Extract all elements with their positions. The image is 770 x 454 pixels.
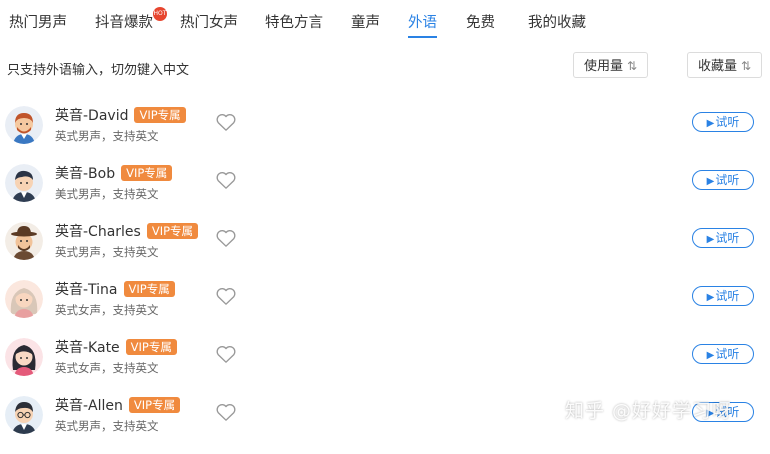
avatar-bob: [5, 164, 43, 202]
play-icon: ▶: [706, 234, 715, 245]
voice-item-bob: 美音-Bob VIP专属 美式男声，支持英文 ▶试听: [0, 164, 770, 222]
avatar-charles: [5, 222, 43, 260]
tab-dialect[interactable]: 特色方言: [265, 11, 323, 32]
sort-icon: ⇅: [627, 59, 638, 73]
active-tab-indicator: [408, 36, 437, 38]
voice-description: 英式男声，支持英文: [55, 245, 159, 259]
favorite-heart-icon[interactable]: [215, 402, 237, 422]
voice-item-kate: 英音-Kate VIP专属 英式女声，支持英文 ▶试听: [0, 338, 770, 396]
category-tabs: 热门男声 抖音爆款 HOT 热门女声 特色方言 童声 外语 免费 我的收藏: [0, 0, 770, 38]
avatar-allen: [5, 396, 43, 434]
tab-hot-female[interactable]: 热门女声: [180, 11, 238, 32]
tab-free[interactable]: 免费: [466, 11, 495, 32]
play-icon: ▶: [706, 118, 715, 129]
sort-icon: ⇅: [741, 59, 752, 73]
favorite-heart-icon[interactable]: [215, 228, 237, 248]
hot-badge: HOT: [153, 7, 167, 21]
input-hint: 只支持外语输入，切勿键入中文: [7, 63, 190, 78]
watermark: 知乎 @好好学习呀: [565, 400, 733, 422]
preview-button[interactable]: ▶试听: [692, 286, 754, 306]
tab-favorites[interactable]: 我的收藏: [528, 11, 586, 32]
voice-name: 英音-Charles: [55, 224, 141, 240]
favorite-heart-icon[interactable]: [215, 344, 237, 364]
tab-foreign[interactable]: 外语: [408, 11, 437, 38]
voice-description: 美式男声，支持英文: [55, 187, 159, 201]
play-icon: ▶: [706, 350, 715, 361]
voice-name: 英音-Kate: [55, 340, 120, 356]
preview-button[interactable]: ▶试听: [692, 170, 754, 190]
preview-button[interactable]: ▶试听: [692, 228, 754, 248]
tab-douyin-hits[interactable]: 抖音爆款 HOT: [95, 7, 167, 32]
favorite-heart-icon[interactable]: [215, 170, 237, 190]
voice-name: 英音-Tina: [55, 282, 118, 298]
voice-item-charles: 英音-Charles VIP专属 英式男声，支持英文 ▶试听: [0, 222, 770, 280]
avatar-tina: [5, 280, 43, 318]
voice-name: 美音-Bob: [55, 166, 116, 182]
voice-name: 英音-Allen: [55, 398, 123, 414]
vip-badge: VIP专属: [134, 107, 186, 123]
sort-by-favorites-button[interactable]: 收藏量 ⇅: [687, 52, 763, 78]
favorite-heart-icon[interactable]: [215, 112, 237, 132]
vip-badge: VIP专属: [125, 339, 177, 355]
voice-description: 英式男声，支持英文: [55, 129, 159, 143]
avatar-david: [5, 106, 43, 144]
tab-hot-male[interactable]: 热门男声: [9, 11, 67, 32]
play-icon: ▶: [706, 176, 715, 187]
avatar-kate: [5, 338, 43, 376]
vip-badge: VIP专属: [121, 165, 173, 181]
voice-description: 英式男声，支持英文: [55, 419, 159, 433]
voice-item-tina: 英音-Tina VIP专属 英式女声，支持英文 ▶试听: [0, 280, 770, 338]
vip-badge: VIP专属: [123, 281, 175, 297]
voice-description: 英式女声，支持英文: [55, 361, 159, 375]
favorite-heart-icon[interactable]: [215, 286, 237, 306]
voice-description: 英式女声，支持英文: [55, 303, 159, 317]
preview-button[interactable]: ▶试听: [692, 344, 754, 364]
voice-item-david: 英音-David VIP专属 英式男声，支持英文 ▶试听: [0, 106, 770, 164]
vip-badge: VIP专属: [146, 223, 199, 239]
voice-name: 英音-David: [55, 108, 129, 124]
vip-badge: VIP专属: [128, 397, 181, 413]
play-icon: ▶: [706, 292, 715, 303]
preview-button[interactable]: ▶试听: [692, 112, 754, 132]
sort-by-usage-button[interactable]: 使用量 ⇅: [573, 52, 649, 78]
tab-child[interactable]: 童声: [351, 11, 380, 32]
